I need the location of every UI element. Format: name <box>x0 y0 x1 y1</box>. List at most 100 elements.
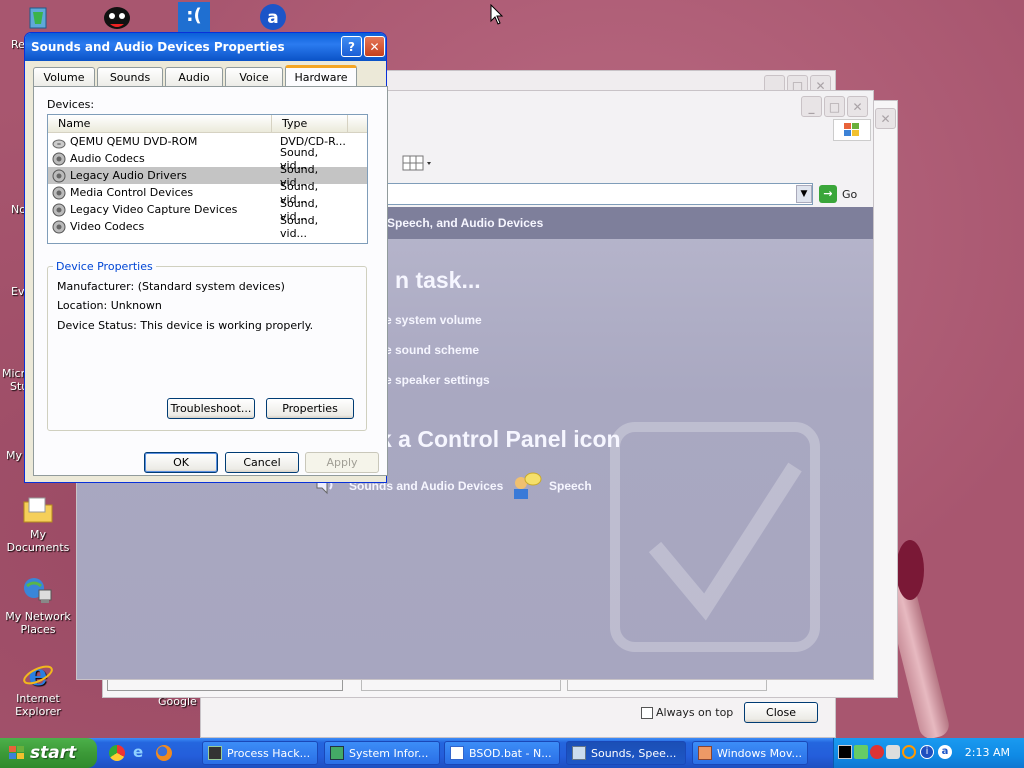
desktop-partial-label: Re <box>11 38 25 51</box>
taskbar-item[interactable]: Windows Mov... <box>692 741 808 765</box>
tab-audio[interactable]: Audio <box>165 67 223 87</box>
desktop-icon-label: My Documents <box>6 528 70 554</box>
recycle-bin-icon[interactable] <box>24 2 52 30</box>
process-hacker-icon <box>208 746 222 760</box>
address-dropdown-button[interactable]: ▼ <box>796 185 812 203</box>
devices-list[interactable]: Name Type QEMU QEMU DVD-ROM DVD/CD-R... … <box>47 114 368 244</box>
device-name: Video Codecs <box>70 220 145 233</box>
movie-maker-icon <box>698 746 712 760</box>
status-field <box>567 679 767 691</box>
taskbar-item-label: BSOD.bat - N... <box>469 746 552 760</box>
notepad-icon <box>450 746 464 760</box>
internet-explorer-icon[interactable]: e <box>133 744 149 760</box>
desktop-icon-my-documents[interactable]: My Documents <box>0 494 76 554</box>
app-icon-a[interactable]: a <box>258 2 288 32</box>
views-icon[interactable] <box>401 153 435 173</box>
firefox-icon[interactable] <box>156 745 172 761</box>
taskbar-item-label: System Infor... <box>349 746 429 760</box>
start-label: start <box>30 743 77 763</box>
column-header-type[interactable]: Type <box>272 115 348 132</box>
tab-hardware[interactable]: Hardware <box>285 65 357 87</box>
taskbar-item-label: Process Hack... <box>227 746 311 760</box>
task-link[interactable]: e speaker settings <box>385 373 490 387</box>
location-text: Location: Unknown <box>57 299 162 312</box>
task-link[interactable]: e sound scheme <box>385 343 479 357</box>
go-arrow-icon[interactable]: → <box>819 185 837 203</box>
wallpaper-decoration <box>896 540 924 600</box>
watermark-icon <box>595 407 855 667</box>
app-tray-icon[interactable]: a <box>938 745 952 759</box>
security-tray-icon[interactable] <box>870 745 884 759</box>
taskbar-item[interactable]: BSOD.bat - N... <box>444 741 560 765</box>
device-name: Legacy Video Capture Devices <box>70 203 238 216</box>
go-button[interactable]: Go <box>842 188 857 201</box>
tab-strip: Volume Sounds Audio Voice Hardware <box>33 65 359 87</box>
tab-volume[interactable]: Volume <box>33 67 95 87</box>
close-process-window-button[interactable]: Close <box>744 702 818 723</box>
taskbar-item[interactable]: Process Hack... <box>202 741 318 765</box>
apply-button[interactable]: Apply <box>305 452 379 473</box>
sound-device-icon <box>52 152 66 166</box>
clock[interactable]: 2:13 AM <box>965 746 1010 759</box>
mouse-cursor-icon <box>490 4 504 25</box>
bsod-icon[interactable]: :( <box>178 2 210 32</box>
taskbar: start e Process Hack... System Infor... … <box>0 738 1024 768</box>
speech-icon[interactable] <box>509 469 543 501</box>
task-link[interactable]: e system volume <box>385 313 482 327</box>
terminal-tray-icon[interactable] <box>838 745 852 759</box>
list-item[interactable]: Video Codecs Sound, vid... <box>48 214 367 240</box>
taskbar-item-label: Sounds, Spee... <box>591 746 677 760</box>
search-tray-icon[interactable] <box>902 745 916 759</box>
tab-voice[interactable]: Voice <box>225 67 283 87</box>
taskbar-item-label: Windows Mov... <box>717 746 802 760</box>
close-button[interactable]: ✕ <box>875 108 896 129</box>
app-icon-bird[interactable] <box>102 4 132 32</box>
start-button[interactable]: start <box>0 738 97 768</box>
devices-label: Devices: <box>47 98 95 111</box>
close-button[interactable]: ✕ <box>847 96 868 117</box>
address-bar[interactable] <box>377 183 813 205</box>
connection-tray-icon[interactable] <box>886 745 900 759</box>
troubleshoot-button[interactable]: Troubleshoot... <box>167 398 255 419</box>
category-title: Speech, and Audio Devices <box>387 216 544 230</box>
taskbar-item-active[interactable]: Sounds, Spee... <box>566 741 686 765</box>
manufacturer-text: Manufacturer: (Standard system devices) <box>57 280 285 293</box>
cancel-button[interactable]: Cancel <box>225 452 299 473</box>
minimize-button[interactable]: _ <box>801 96 822 117</box>
svg-text:a: a <box>267 8 278 28</box>
windows-logo-icon <box>833 119 871 141</box>
network-icon <box>21 576 55 608</box>
always-on-top-label: Always on top <box>656 706 734 719</box>
device-name: Legacy Audio Drivers <box>70 169 187 182</box>
ok-button[interactable]: OK <box>144 452 218 473</box>
desktop-icon-internet-explorer[interactable]: e Internet Explorer <box>0 658 76 718</box>
device-type: Sound, vid... <box>280 213 319 240</box>
windows-logo-icon <box>9 746 24 759</box>
desktop-icon-label: My Network Places <box>5 610 71 636</box>
network-tray-icon[interactable] <box>854 745 868 759</box>
tab-sounds[interactable]: Sounds <box>97 67 163 87</box>
maximize-button[interactable]: □ <box>824 96 845 117</box>
pick-task-heading: n task... <box>395 267 481 293</box>
internet-explorer-icon: e <box>21 658 55 693</box>
status-field <box>361 679 561 691</box>
control-panel-icon <box>572 746 586 760</box>
sound-device-icon <box>52 203 66 217</box>
close-button[interactable]: ✕ <box>364 36 385 57</box>
sounds-properties-dialog[interactable]: Sounds and Audio Devices Properties ? ✕ … <box>24 32 388 483</box>
chrome-icon[interactable] <box>109 745 125 761</box>
dialog-title: Sounds and Audio Devices Properties <box>31 40 285 54</box>
desktop-icon-my-network-places[interactable]: My Network Places <box>0 576 76 636</box>
properties-button[interactable]: Properties <box>266 398 354 419</box>
dialog-titlebar[interactable]: Sounds and Audio Devices Properties <box>25 33 386 61</box>
info-tray-icon[interactable]: i <box>920 745 934 759</box>
taskbar-item[interactable]: System Infor... <box>324 741 440 765</box>
control-panel-icon-label[interactable]: Speech <box>549 479 592 493</box>
always-on-top-checkbox[interactable] <box>641 707 653 719</box>
device-name: QEMU QEMU DVD-ROM <box>70 135 198 148</box>
dvd-drive-icon <box>52 135 66 149</box>
svg-text:e: e <box>28 658 47 690</box>
folder-icon <box>21 494 55 526</box>
help-button[interactable]: ? <box>341 36 362 57</box>
column-header-name[interactable]: Name <box>48 115 272 132</box>
